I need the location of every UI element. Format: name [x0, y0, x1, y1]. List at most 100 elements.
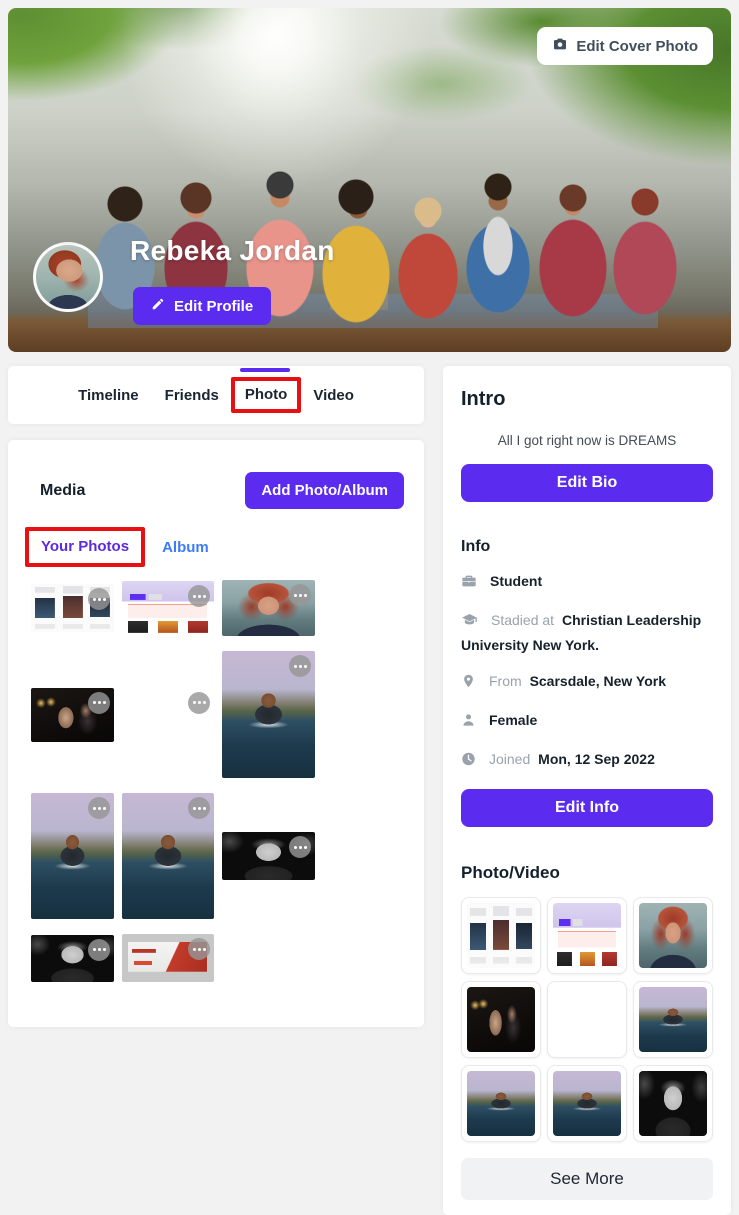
location-prefix: From: [489, 673, 522, 689]
intro-card: Intro All I got right now is DREAMS Edit…: [443, 366, 731, 1215]
thumbnail-image: [553, 987, 621, 1052]
tab-friends[interactable]: Friends: [165, 387, 219, 404]
profile-page: Edit Cover Photo Rebeka Jordan Edit Prof…: [0, 0, 739, 1215]
annotation-box-photo-tab: Photo: [231, 377, 302, 413]
gender-value: Female: [489, 712, 537, 728]
info-item-education: Stadied at Christian Leadership Universi…: [461, 609, 713, 656]
pencil-icon: [151, 297, 165, 315]
info-item-occupation: Student: [461, 570, 713, 595]
thumbnail-image: [467, 1071, 535, 1136]
profile-name: Rebeka Jordan: [130, 235, 335, 267]
edit-profile-label: Edit Profile: [174, 298, 253, 315]
photo-thumbnail-surfer[interactable]: [31, 793, 114, 919]
media-subtabs: Your Photos Album: [25, 527, 404, 567]
photo-video-thumbnail[interactable]: [633, 981, 713, 1058]
photo-thumbnail-surfer[interactable]: [222, 651, 315, 778]
media-title: Media: [40, 482, 85, 500]
edit-cover-photo-button[interactable]: Edit Cover Photo: [537, 27, 713, 65]
ellipsis-icon: [98, 807, 101, 810]
education-prefix: Stadied at: [491, 612, 554, 628]
thumbnail-image: [639, 903, 707, 968]
photo-thumbnail-redhead-portrait[interactable]: [222, 580, 315, 636]
photo-thumbnail-marketing-banner[interactable]: [122, 934, 214, 982]
photo-thumbnail-bw-man[interactable]: [222, 832, 315, 880]
ellipsis-icon: [98, 948, 101, 951]
photo-video-thumbnail[interactable]: [633, 897, 713, 974]
edit-cover-photo-label: Edit Cover Photo: [576, 38, 698, 55]
photo-options-button[interactable]: [188, 692, 210, 714]
occupation-value: Student: [490, 573, 542, 589]
photo-options-button[interactable]: [188, 585, 210, 607]
photo-grid-row: [31, 651, 404, 778]
map-pin-icon: [461, 673, 476, 695]
ellipsis-icon: [299, 594, 302, 597]
edit-bio-button[interactable]: Edit Bio: [461, 464, 713, 502]
subtab-your-photos[interactable]: Your Photos: [41, 538, 129, 555]
ellipsis-icon: [198, 807, 201, 810]
tab-timeline[interactable]: Timeline: [78, 387, 139, 404]
ellipsis-icon: [198, 948, 201, 951]
photo-video-thumbnail[interactable]: [547, 897, 627, 974]
person-icon: [461, 712, 476, 734]
photo-video-thumbnail[interactable]: [461, 1065, 541, 1142]
cover-photo-card: Edit Cover Photo Rebeka Jordan Edit Prof…: [8, 8, 731, 352]
thumbnail-image: [553, 903, 621, 968]
tab-video[interactable]: Video: [313, 387, 354, 404]
ellipsis-icon: [299, 665, 302, 668]
thumbnail-image: [467, 987, 535, 1052]
photo-options-button[interactable]: [289, 836, 311, 858]
thumbnail-image: [639, 987, 707, 1052]
see-more-button[interactable]: See More: [461, 1158, 713, 1200]
ellipsis-icon: [98, 701, 101, 704]
left-column: Timeline Friends Photo Video Media Add P…: [8, 366, 424, 1027]
joined-value: Mon, 12 Sep 2022: [538, 751, 655, 767]
photo-video-thumbnail[interactable]: [461, 897, 541, 974]
photo-options-button[interactable]: [289, 655, 311, 677]
profile-tab-bar: Timeline Friends Photo Video: [8, 366, 424, 424]
thumbnail-image: [467, 903, 535, 968]
photo-video-thumbnail[interactable]: [633, 1065, 713, 1142]
info-item-joined: Joined Mon, 12 Sep 2022: [461, 748, 713, 773]
info-item-location: From Scarsdale, New York: [461, 670, 713, 695]
avatar[interactable]: [33, 242, 103, 312]
briefcase-icon: [461, 573, 477, 595]
edit-info-button[interactable]: Edit Info: [461, 789, 713, 827]
content-columns: Timeline Friends Photo Video Media Add P…: [8, 366, 731, 1215]
photo-options-button[interactable]: [88, 588, 110, 610]
clock-icon: [461, 751, 476, 773]
info-item-gender: Female: [461, 709, 713, 734]
photo-thumbnail-candlelight[interactable]: [31, 688, 114, 742]
tab-photo[interactable]: Photo: [245, 386, 288, 403]
thumbnail-image: [639, 1071, 707, 1136]
edit-profile-button[interactable]: Edit Profile: [133, 287, 271, 325]
photo-video-thumbnail[interactable]: [547, 1065, 627, 1142]
photo-options-button[interactable]: [188, 797, 210, 819]
photo-options-button[interactable]: [188, 938, 210, 960]
photo-video-thumbnail[interactable]: [547, 981, 627, 1058]
media-card: Media Add Photo/Album Your Photos Album: [8, 440, 424, 1027]
graduation-cap-icon: [461, 612, 478, 634]
ellipsis-icon: [198, 595, 201, 598]
photo-thumbnail-surfer[interactable]: [122, 793, 214, 919]
subtab-album[interactable]: Album: [162, 539, 209, 556]
photo-thumbnail-bw-man[interactable]: [31, 935, 114, 982]
thumbnail-image: [553, 1071, 621, 1136]
joined-prefix: Joined: [489, 751, 530, 767]
photo-options-button[interactable]: [88, 797, 110, 819]
photo-options-button[interactable]: [88, 939, 110, 961]
photo-grid-row: [31, 580, 404, 636]
photo-thumbnail-feed-screenshot[interactable]: [31, 584, 114, 632]
photo-grid-row: [31, 934, 404, 982]
photo-video-thumbnail[interactable]: [461, 981, 541, 1058]
bio-text: All I got right now is DREAMS: [461, 433, 713, 448]
photo-video-title: Photo/Video: [461, 863, 713, 883]
photo-options-button[interactable]: [88, 692, 110, 714]
photo-thumbnail-afro-woman[interactable]: [122, 688, 214, 742]
info-title: Info: [461, 538, 713, 556]
photo-video-grid: [461, 897, 713, 1142]
add-photo-album-button[interactable]: Add Photo/Album: [245, 472, 404, 509]
photo-thumbnail-website-screenshot[interactable]: [122, 581, 214, 635]
photo-options-button[interactable]: [289, 584, 311, 606]
media-header: Media Add Photo/Album: [31, 472, 404, 509]
ellipsis-icon: [299, 846, 302, 849]
